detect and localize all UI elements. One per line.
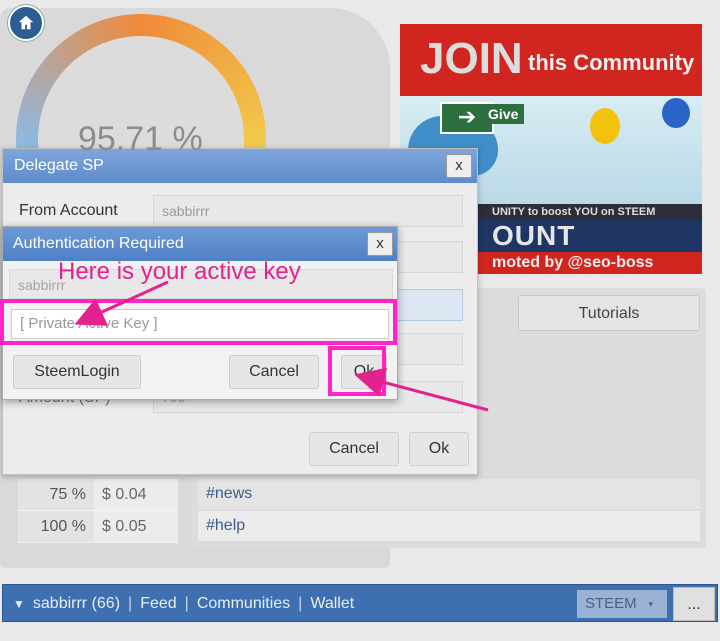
currency-select[interactable]: STEEM ▾	[577, 590, 667, 618]
key-highlight-box	[0, 299, 397, 345]
table-row: 100 % $ 0.05	[18, 511, 178, 543]
more-button[interactable]: ...	[673, 587, 715, 621]
caret-down-icon[interactable]: ▼	[13, 585, 25, 623]
value-cell: $ 0.05	[94, 511, 178, 543]
blue-figure-illustration	[662, 98, 690, 128]
chevron-down-icon: ▾	[648, 599, 653, 609]
auth-dialog-title: Authentication Required	[3, 227, 397, 261]
nav-communities[interactable]: Communities	[197, 585, 290, 623]
voting-power-value: 95.71 %	[78, 120, 203, 158]
link-help[interactable]: #help	[198, 511, 700, 541]
from-account-field[interactable]: sabbirrr	[153, 195, 463, 227]
nav-separator: |	[128, 595, 133, 612]
dialog-title: Delegate SP	[3, 149, 477, 183]
nav-user[interactable]: sabbirrr (66)	[33, 585, 120, 623]
ad-join-text: JOIN	[420, 34, 523, 83]
auth-close-button[interactable]: x	[367, 232, 393, 256]
close-button[interactable]: x	[446, 154, 472, 178]
nav-feed[interactable]: Feed	[140, 585, 176, 623]
from-account-label: From Account	[19, 202, 118, 219]
yellow-figure-illustration	[590, 108, 620, 144]
auth-cancel-button[interactable]: Cancel	[229, 355, 319, 389]
ad-this-community-text: this Community	[528, 50, 695, 75]
percent-cell: 100 %	[18, 511, 94, 543]
tab-tutorials[interactable]: Tutorials	[518, 295, 700, 331]
steemlogin-button[interactable]: SteemLogin	[13, 355, 141, 389]
table-row: 75 % $ 0.04	[18, 479, 178, 511]
ok-highlight-box	[328, 346, 386, 396]
link-news[interactable]: #news	[198, 479, 700, 509]
percent-cell: 75 %	[18, 479, 94, 511]
nav-wallet[interactable]: Wallet	[310, 585, 354, 623]
ad-give-label: Give	[482, 104, 525, 124]
value-cell: $ 0.04	[94, 479, 178, 511]
annotation-label: Here is your active key	[58, 258, 301, 285]
home-icon	[18, 15, 34, 30]
bottom-navbar: ▼ sabbirrr (66) | Feed | Communities | W…	[2, 584, 718, 622]
delegate-cancel-button[interactable]: Cancel	[309, 432, 399, 466]
vote-value-table: 75 % $ 0.04 100 % $ 0.05	[18, 479, 178, 543]
currency-value: STEEM	[585, 595, 637, 612]
delegate-ok-button[interactable]: Ok	[409, 432, 469, 466]
nav-separator: |	[298, 595, 303, 612]
home-button[interactable]	[8, 5, 44, 41]
nav-separator: |	[184, 595, 189, 612]
